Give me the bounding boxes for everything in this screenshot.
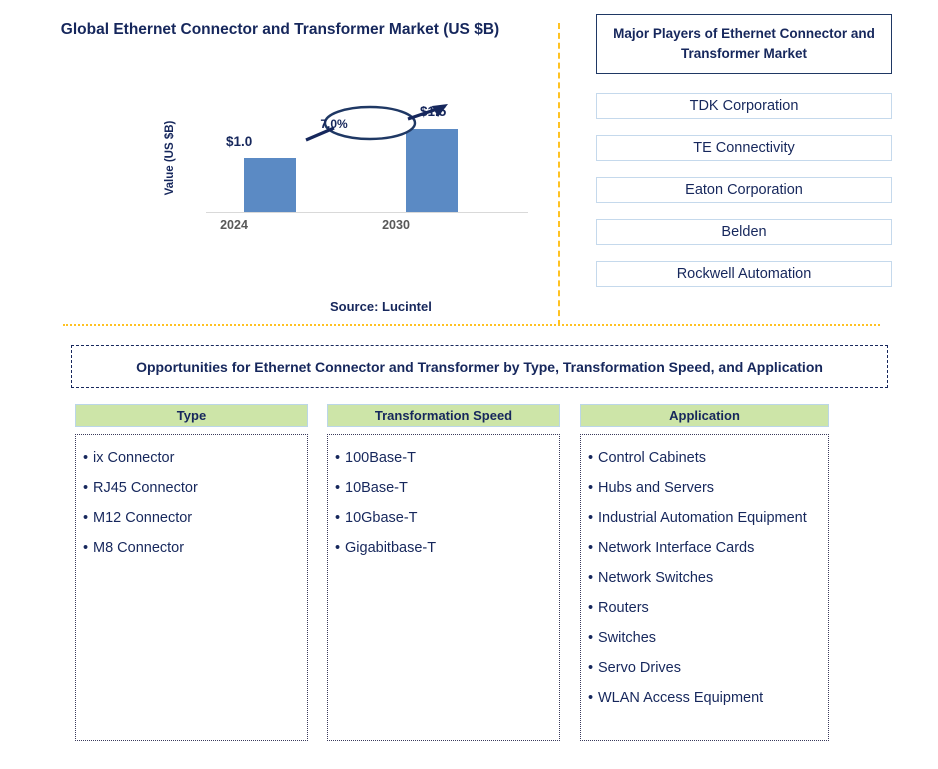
list-item: • RJ45 Connector	[83, 473, 301, 503]
bullet-icon: •	[335, 510, 341, 526]
list-item-label: Industrial Automation Equipment	[598, 510, 807, 526]
bar-value-2030: $1.5	[420, 104, 447, 119]
x-tick-2030: 2030	[382, 218, 410, 232]
list-item-label: M8 Connector	[93, 540, 185, 556]
opportunities-banner: Opportunities for Ethernet Connector and…	[71, 345, 888, 388]
column-header-type: Type	[75, 404, 308, 427]
x-tick-2024: 2024	[220, 218, 248, 232]
list-item: • ix Connector	[83, 443, 301, 473]
bullet-icon: •	[588, 600, 594, 616]
major-players-header: Major Players of Ethernet Connector and …	[596, 14, 892, 74]
list-item: • M12 Connector	[83, 503, 301, 533]
column-body-type: • ix Connector • RJ45 Connector • M12 Co…	[75, 434, 308, 741]
list-item: • M8 Connector	[83, 533, 301, 563]
list-item-label: Switches	[598, 630, 657, 646]
list-item-label: Network Switches	[598, 570, 714, 586]
list-item-label: ix Connector	[93, 450, 175, 466]
horizontal-divider	[63, 324, 880, 326]
player-item: TDK Corporation	[596, 93, 892, 119]
bar-value-2024: $1.0	[226, 134, 253, 149]
player-item: Belden	[596, 219, 892, 245]
column-application: Application • Control Cabinets • Hubs an…	[580, 404, 829, 741]
column-header-transformation-speed: Transformation Speed	[327, 404, 560, 427]
bullet-icon: •	[83, 510, 89, 526]
bullet-icon: •	[588, 570, 594, 586]
column-body-transformation-speed: • 100Base-T • 10Base-T • 10Gbase-T • Gig…	[327, 434, 560, 741]
list-item: • 10Base-T	[335, 473, 553, 503]
chart-title: Global Ethernet Connector and Transforme…	[60, 21, 500, 38]
bullet-icon: •	[588, 450, 594, 466]
player-item: Eaton Corporation	[596, 177, 892, 203]
bullet-icon: •	[83, 480, 89, 496]
list-item-label: Servo Drives	[598, 660, 681, 676]
column-type: Type • ix Connector • RJ45 Connector • M…	[75, 404, 308, 741]
list-item: • 10Gbase-T	[335, 503, 553, 533]
source-label: Source: Lucintel	[330, 299, 432, 314]
bullet-icon: •	[335, 480, 341, 496]
list-item-label: Network Interface Cards	[598, 540, 755, 556]
column-header-application: Application	[580, 404, 829, 427]
bullet-icon: •	[83, 540, 89, 556]
list-item-label: 10Gbase-T	[345, 510, 418, 526]
list-item: • Industrial Automation Equipment	[588, 503, 822, 533]
market-chart-panel: Global Ethernet Connector and Transforme…	[0, 0, 558, 325]
list-item: • Routers	[588, 593, 822, 623]
list-item: • Switches	[588, 623, 822, 653]
list-item: • 100Base-T	[335, 443, 553, 473]
y-axis-label: Value (US $B)	[164, 120, 176, 196]
bullet-icon: •	[83, 450, 89, 466]
column-body-application: • Control Cabinets • Hubs and Servers • …	[580, 434, 829, 741]
player-item: Rockwell Automation	[596, 261, 892, 287]
list-item: • Network Switches	[588, 563, 822, 593]
bullet-icon: •	[588, 630, 594, 646]
column-transformation-speed: Transformation Speed • 100Base-T • 10Bas…	[327, 404, 560, 741]
list-item: • Servo Drives	[588, 653, 822, 683]
list-item-label: M12 Connector	[93, 510, 193, 526]
bullet-icon: •	[588, 540, 594, 556]
player-item: TE Connectivity	[596, 135, 892, 161]
cagr-value-label: 7.0%	[320, 117, 348, 131]
bullet-icon: •	[588, 480, 594, 496]
list-item-label: Control Cabinets	[598, 450, 706, 466]
list-item: • WLAN Access Equipment	[588, 683, 822, 713]
list-item: • Network Interface Cards	[588, 533, 822, 563]
list-item-label: RJ45 Connector	[93, 480, 198, 496]
major-players-list: TDK Corporation TE Connectivity Eaton Co…	[596, 93, 892, 287]
major-players-panel: Major Players of Ethernet Connector and …	[596, 14, 892, 287]
list-item-label: Routers	[598, 600, 649, 616]
x-axis-line	[206, 212, 528, 213]
vertical-divider	[558, 23, 560, 326]
list-item-label: WLAN Access Equipment	[598, 690, 764, 706]
bullet-icon: •	[588, 660, 594, 676]
bullet-icon: •	[335, 450, 341, 466]
list-item-label: 100Base-T	[345, 450, 416, 466]
list-item-label: 10Base-T	[345, 480, 408, 496]
bullet-icon: •	[335, 540, 341, 556]
bullet-icon: •	[588, 510, 594, 526]
bar-chart: Value (US $B) 7.0% $1.0 $1.5 2024 2030	[164, 100, 530, 245]
list-item-label: Gigabitbase-T	[345, 540, 437, 556]
list-item-label: Hubs and Servers	[598, 480, 715, 496]
list-item: • Gigabitbase-T	[335, 533, 553, 563]
list-item: • Control Cabinets	[588, 443, 822, 473]
bullet-icon: •	[588, 690, 594, 706]
list-item: • Hubs and Servers	[588, 473, 822, 503]
